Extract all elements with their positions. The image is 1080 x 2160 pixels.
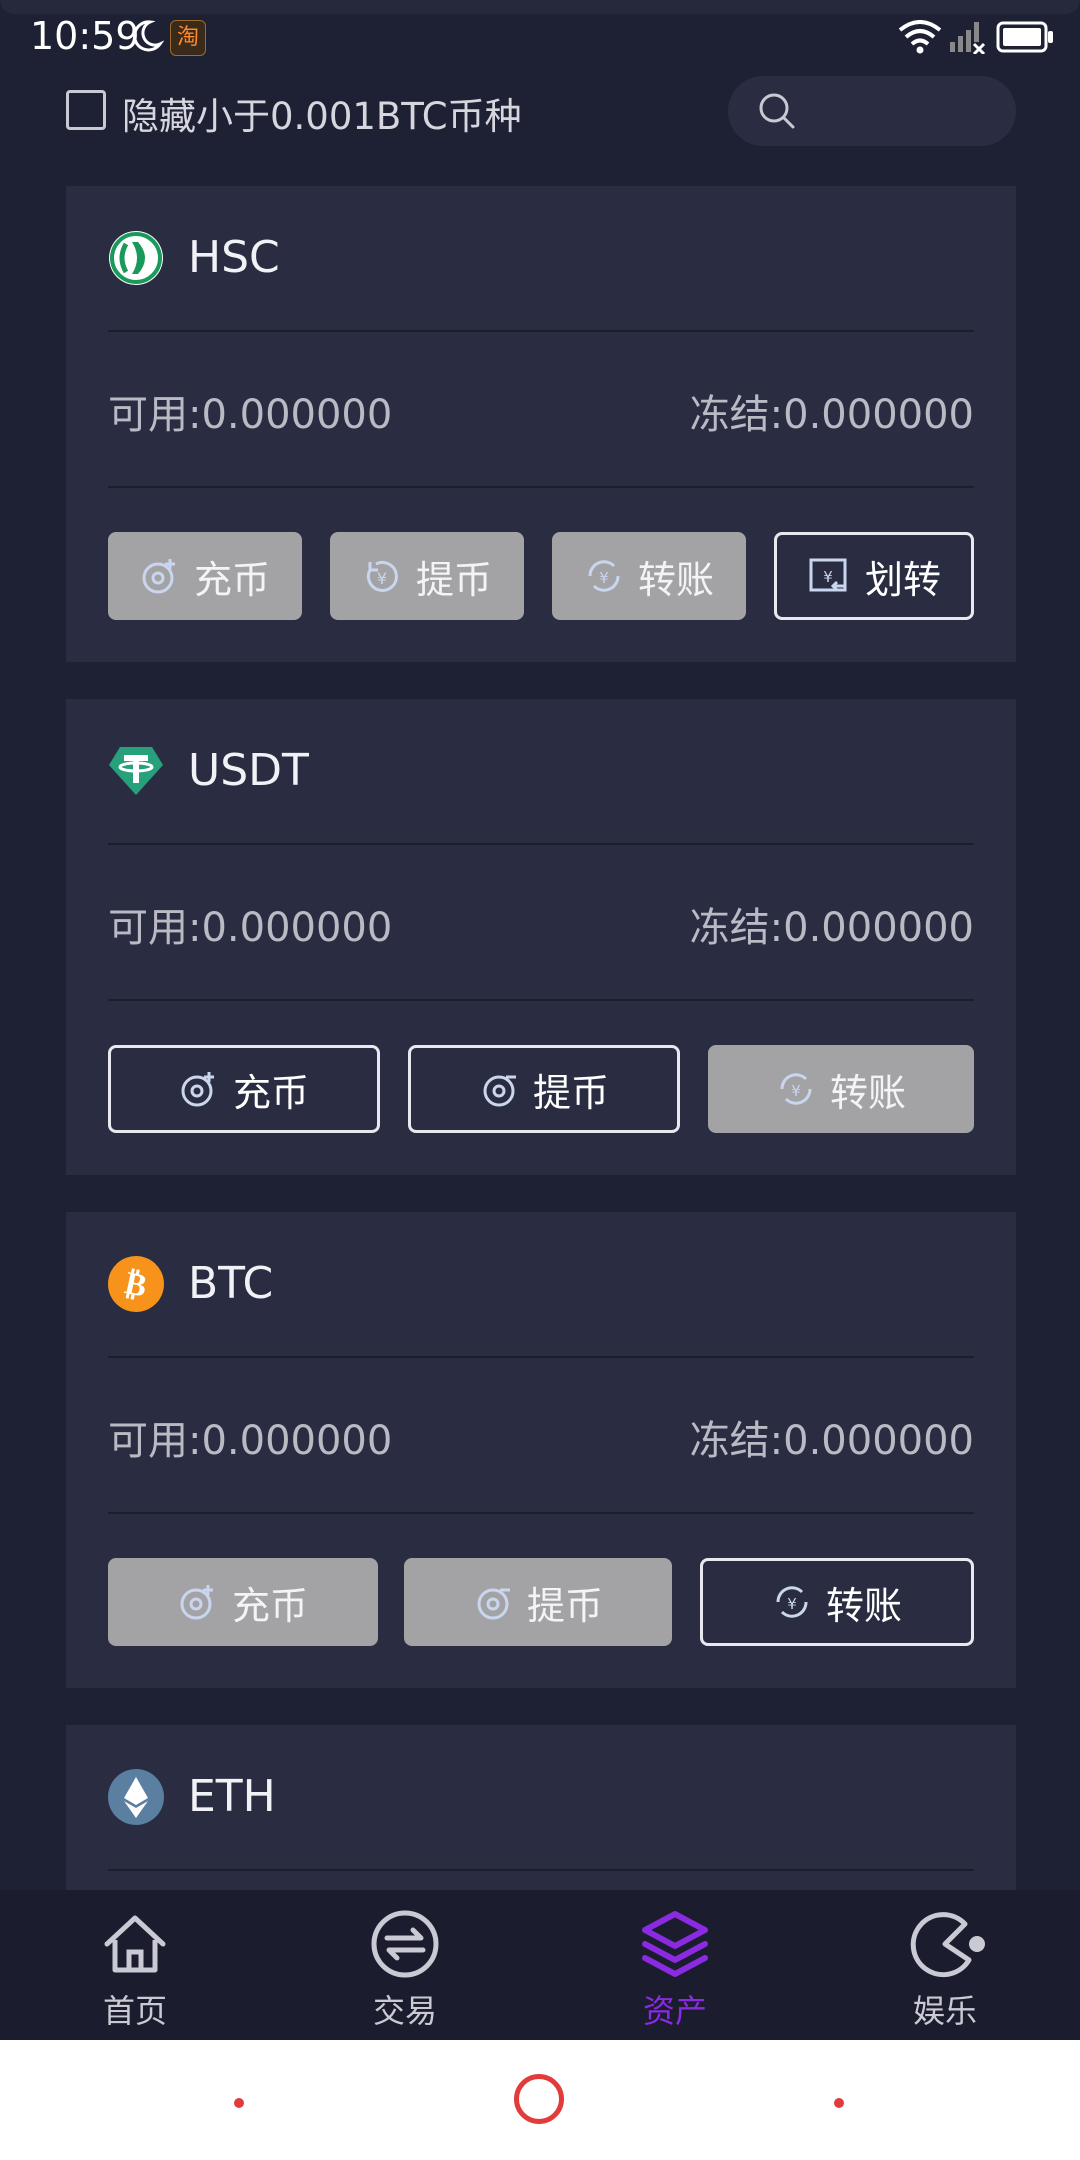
deposit-label: 充币 <box>193 557 270 602</box>
filter-row: 隐藏小于0.001BTC币种 <box>0 76 1080 186</box>
back-button[interactable] <box>234 2098 244 2108</box>
swap-icon: ¥ <box>807 556 851 596</box>
svg-text:¥: ¥ <box>791 1082 801 1100</box>
withdraw-label: 提币 <box>526 1583 603 1628</box>
signal-icon <box>948 20 988 58</box>
deposit-button[interactable]: 充币 <box>108 1558 378 1646</box>
battery-icon <box>996 20 1054 58</box>
transfer-label: 转账 <box>825 1583 902 1628</box>
withdraw-button[interactable]: ¥ 提币 <box>330 532 524 620</box>
transfer-icon: ¥ <box>776 1069 816 1109</box>
divider <box>108 999 974 1001</box>
nav-assets[interactable]: 资产 <box>575 1890 775 2040</box>
exchange-icon <box>369 1908 441 1984</box>
nav-entertainment[interactable]: 娱乐 <box>845 1890 1045 2040</box>
frozen-balance: 冻结:0.000000 <box>689 1418 974 1464</box>
svg-text:¥: ¥ <box>787 1595 797 1613</box>
withdraw-icon: ¥ <box>362 556 402 596</box>
withdraw-label: 提币 <box>532 1070 609 1115</box>
transfer-label: 转账 <box>637 557 714 602</box>
divider <box>108 486 974 488</box>
status-time: 10:59 <box>30 14 140 58</box>
available-balance: 可用:0.000000 <box>108 905 393 951</box>
divider <box>108 1869 974 1871</box>
deposit-icon <box>140 556 180 596</box>
deposit-icon <box>178 1582 218 1622</box>
system-nav-bar <box>0 2040 1080 2160</box>
transfer-icon: ¥ <box>584 556 624 596</box>
swap-button[interactable]: ¥ 划转 <box>774 532 974 620</box>
deposit-button[interactable]: 充币 <box>108 1045 380 1133</box>
deposit-label: 充币 <box>232 1070 309 1115</box>
recents-button[interactable] <box>834 2098 844 2108</box>
search-icon <box>756 90 798 136</box>
hsc-coin-icon <box>108 230 164 286</box>
transfer-icon: ¥ <box>772 1582 812 1622</box>
frozen-balance: 冻结:0.000000 <box>689 392 974 438</box>
svg-text:¥: ¥ <box>377 569 387 588</box>
nav-home-label: 首页 <box>102 1992 167 2030</box>
nav-entertainment-label: 娱乐 <box>912 1992 977 2030</box>
deposit-icon <box>179 1069 219 1109</box>
home-icon <box>99 1908 171 1984</box>
divider <box>108 1512 974 1514</box>
coin-name: BTC <box>188 1258 274 1309</box>
transfer-button[interactable]: ¥ 转账 <box>552 532 746 620</box>
home-button[interactable] <box>514 2074 564 2124</box>
withdraw-icon <box>479 1069 519 1109</box>
asset-card-hsc: HSC 可用:0.000000 冻结:0.000000 充币 ¥ 提币 ¥ 转账… <box>66 186 1016 662</box>
svg-text:¥: ¥ <box>599 569 609 587</box>
withdraw-button[interactable]: 提币 <box>408 1045 680 1133</box>
transfer-label: 转账 <box>829 1070 906 1115</box>
eth-coin-icon <box>108 1769 164 1825</box>
frozen-balance: 冻结:0.000000 <box>689 905 974 951</box>
hide-small-checkbox[interactable] <box>66 90 106 130</box>
coin-name: HSC <box>188 232 280 283</box>
deposit-button[interactable]: 充币 <box>108 532 302 620</box>
top-strip <box>0 0 1080 14</box>
status-bar: 10:59 淘 <box>0 0 1080 76</box>
coin-name: ETH <box>188 1771 276 1822</box>
deposit-label: 充币 <box>231 1583 308 1628</box>
asset-card-usdt: USDT 可用:0.000000 冻结:0.000000 充币 提币 ¥ 转账 <box>66 699 1016 1175</box>
withdraw-label: 提币 <box>415 557 492 602</box>
available-balance: 可用:0.000000 <box>108 392 393 438</box>
transfer-button[interactable]: ¥ 转账 <box>700 1558 974 1646</box>
moon-icon <box>128 18 165 58</box>
layers-icon <box>639 1908 711 1984</box>
btc-coin-icon: ₿ <box>108 1256 164 1312</box>
bottom-nav: 首页 交易 资产 娱乐 <box>0 1890 1080 2040</box>
usdt-coin-icon <box>108 743 164 799</box>
divider <box>108 330 974 332</box>
hide-small-label[interactable]: 隐藏小于0.001BTC币种 <box>122 86 522 140</box>
divider <box>108 843 974 845</box>
pacman-icon <box>909 1908 989 1984</box>
coin-name: USDT <box>188 745 309 796</box>
asset-card-btc: ₿ BTC 可用:0.000000 冻结:0.000000 充币 提币 ¥ 转账 <box>66 1212 1016 1688</box>
available-balance: 可用:0.000000 <box>108 1418 393 1464</box>
swap-label: 划转 <box>864 557 941 602</box>
svg-text:¥: ¥ <box>823 568 833 586</box>
transfer-button[interactable]: ¥ 转账 <box>708 1045 974 1133</box>
search-input[interactable] <box>728 76 1016 146</box>
divider <box>108 1356 974 1358</box>
nav-trade[interactable]: 交易 <box>305 1890 505 2040</box>
nav-assets-label: 资产 <box>642 1992 707 2030</box>
nav-home[interactable]: 首页 <box>35 1890 235 2040</box>
nav-trade-label: 交易 <box>372 1992 437 2030</box>
wifi-icon <box>898 20 942 58</box>
withdraw-button[interactable]: 提币 <box>404 1558 672 1646</box>
taobao-icon: 淘 <box>170 20 206 56</box>
withdraw-icon <box>473 1582 513 1622</box>
